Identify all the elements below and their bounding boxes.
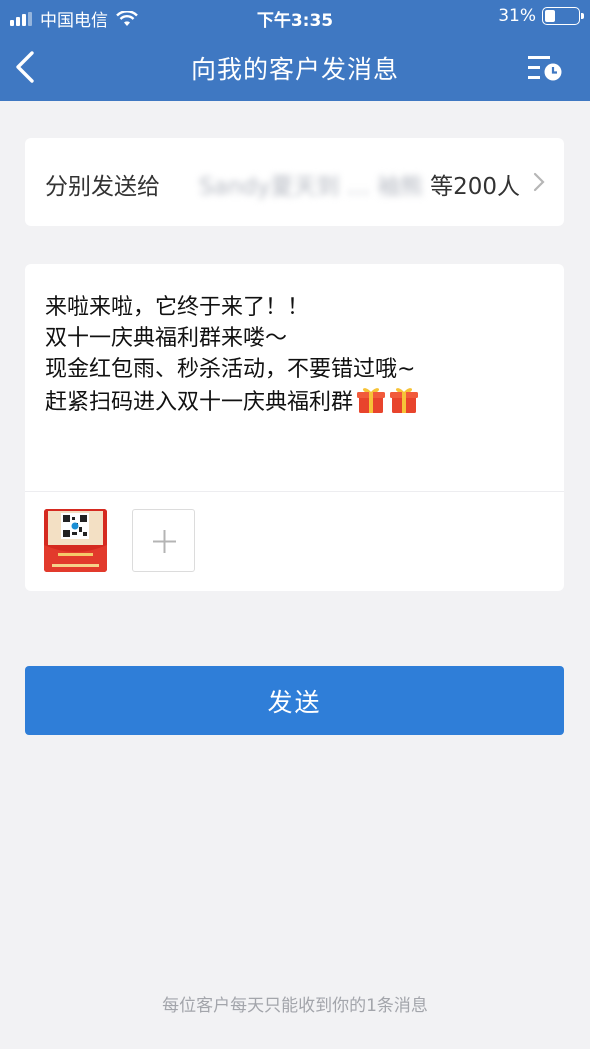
qr-code-poster-image xyxy=(44,509,107,572)
gift-icon xyxy=(390,388,419,413)
message-input[interactable]: 来啦来啦，它终于来了！！ 双十一庆典福利群来喽～ 现金红包雨、秒杀活动，不要错过… xyxy=(45,292,545,418)
app-header: 中国电信 下午3:35 31% 向我的客户发消息 xyxy=(0,0,590,101)
page-title: 向我的客户发消息 xyxy=(190,55,399,84)
gift-icon xyxy=(357,388,386,413)
send-button[interactable]: 发送 xyxy=(25,666,564,735)
plus-icon xyxy=(153,530,176,553)
history-schedule-icon[interactable] xyxy=(528,55,564,81)
recipient-names: Sandy夏天到 … 袖熊 xyxy=(199,174,424,200)
message-card: 来啦来啦，它终于来了！！ 双十一庆典福利群来喽～ 现金红包雨、秒杀活动，不要错过… xyxy=(25,264,564,591)
status-bar: 中国电信 下午3:35 31% xyxy=(0,0,590,34)
attachment-image-thumbnail[interactable] xyxy=(44,509,107,572)
recipient-count: 等200人 xyxy=(430,174,520,200)
divider xyxy=(25,491,564,492)
daily-limit-note: 每位客户每天只能收到你的1条消息 xyxy=(162,996,428,1016)
recipient-selector[interactable]: 分别发送给 Sandy夏天到 … 袖熊 等200人 xyxy=(25,138,564,226)
add-attachment-button[interactable] xyxy=(132,509,195,572)
battery-percent: 31% xyxy=(498,6,536,26)
battery-icon xyxy=(542,7,584,25)
chevron-right-icon xyxy=(533,172,545,192)
recipient-label: 分别发送给 xyxy=(45,174,160,200)
